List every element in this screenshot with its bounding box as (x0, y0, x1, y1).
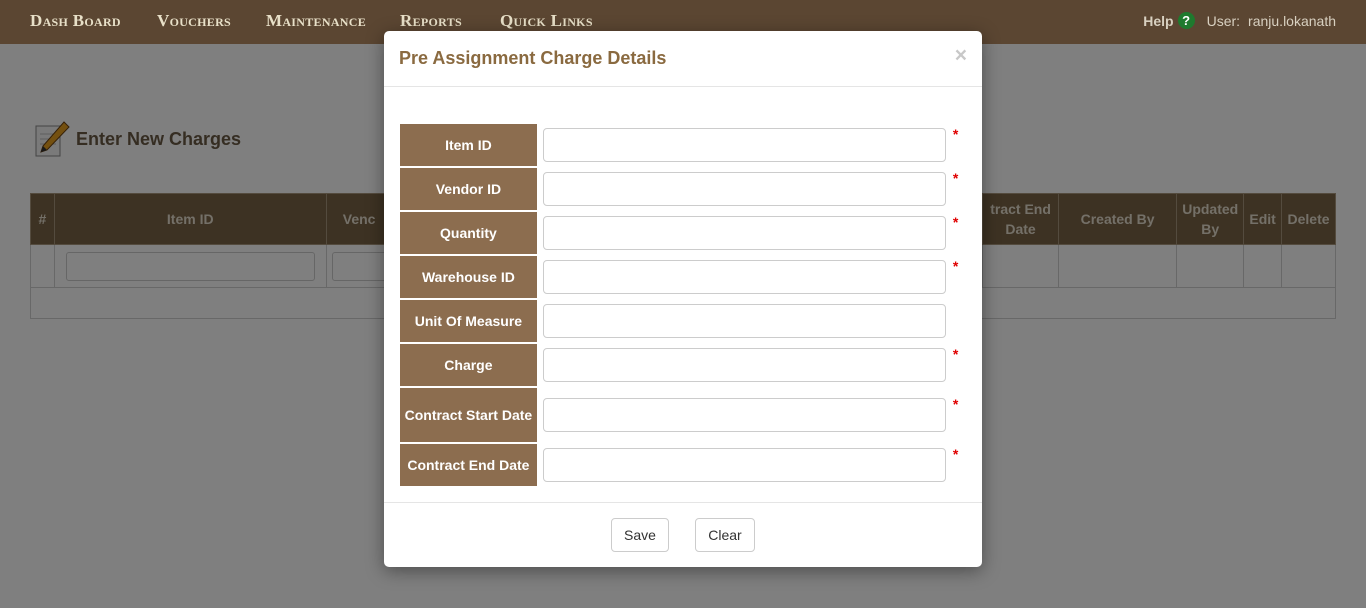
contract-end-date-field[interactable] (542, 448, 946, 482)
label-vendor-id: Vendor ID (400, 168, 537, 210)
label-contract-start-date: Contract Start Date (400, 388, 537, 442)
nav-reports[interactable]: Reports (400, 11, 462, 31)
required-marker: * (952, 170, 959, 186)
nav-vouchers[interactable]: Vouchers (157, 11, 231, 31)
nav-dashboard[interactable]: Dash Board (30, 11, 121, 31)
modal-title: Pre Assignment Charge Details (399, 48, 667, 68)
modal-header: Pre Assignment Charge Details × (384, 31, 982, 87)
label-charge: Charge (400, 344, 537, 386)
warehouse-id-field[interactable] (542, 260, 946, 294)
label-item-id: Item ID (400, 124, 537, 166)
label-quantity: Quantity (400, 212, 537, 254)
save-button[interactable]: Save (611, 518, 669, 552)
quantity-field[interactable] (542, 216, 946, 250)
required-marker: * (952, 126, 959, 142)
contract-start-date-field[interactable] (542, 398, 946, 432)
charge-field[interactable] (542, 348, 946, 382)
required-marker: * (952, 258, 959, 274)
charge-form: Item ID * Vendor ID * Quantity * Warehou… (400, 122, 982, 488)
modal-footer: Save Clear (384, 502, 982, 567)
close-icon[interactable]: × (955, 44, 967, 68)
username: ranju.lokanath (1248, 12, 1336, 29)
nav-maintenance[interactable]: Maintenance (266, 11, 366, 31)
vendor-id-field[interactable] (542, 172, 946, 206)
required-marker: * (952, 446, 959, 462)
required-marker: * (952, 396, 959, 412)
label-unit-of-measure: Unit Of Measure (400, 300, 537, 342)
help-link[interactable]: Help (1143, 13, 1173, 29)
label-contract-end-date: Contract End Date (400, 444, 537, 486)
required-marker: * (952, 346, 959, 362)
label-warehouse-id: Warehouse ID (400, 256, 537, 298)
required-marker: * (952, 214, 959, 230)
charge-details-modal: Pre Assignment Charge Details × Item ID … (384, 31, 982, 567)
help-icon[interactable]: ? (1177, 12, 1195, 29)
nav-quick-links[interactable]: Quick Links (500, 11, 593, 31)
item-id-field[interactable] (542, 128, 946, 162)
unit-of-measure-field[interactable] (542, 304, 946, 338)
user-label: User: (1206, 12, 1241, 29)
user-area: Help ? User: ranju.lokanath (1143, 12, 1336, 29)
clear-button[interactable]: Clear (695, 518, 755, 552)
